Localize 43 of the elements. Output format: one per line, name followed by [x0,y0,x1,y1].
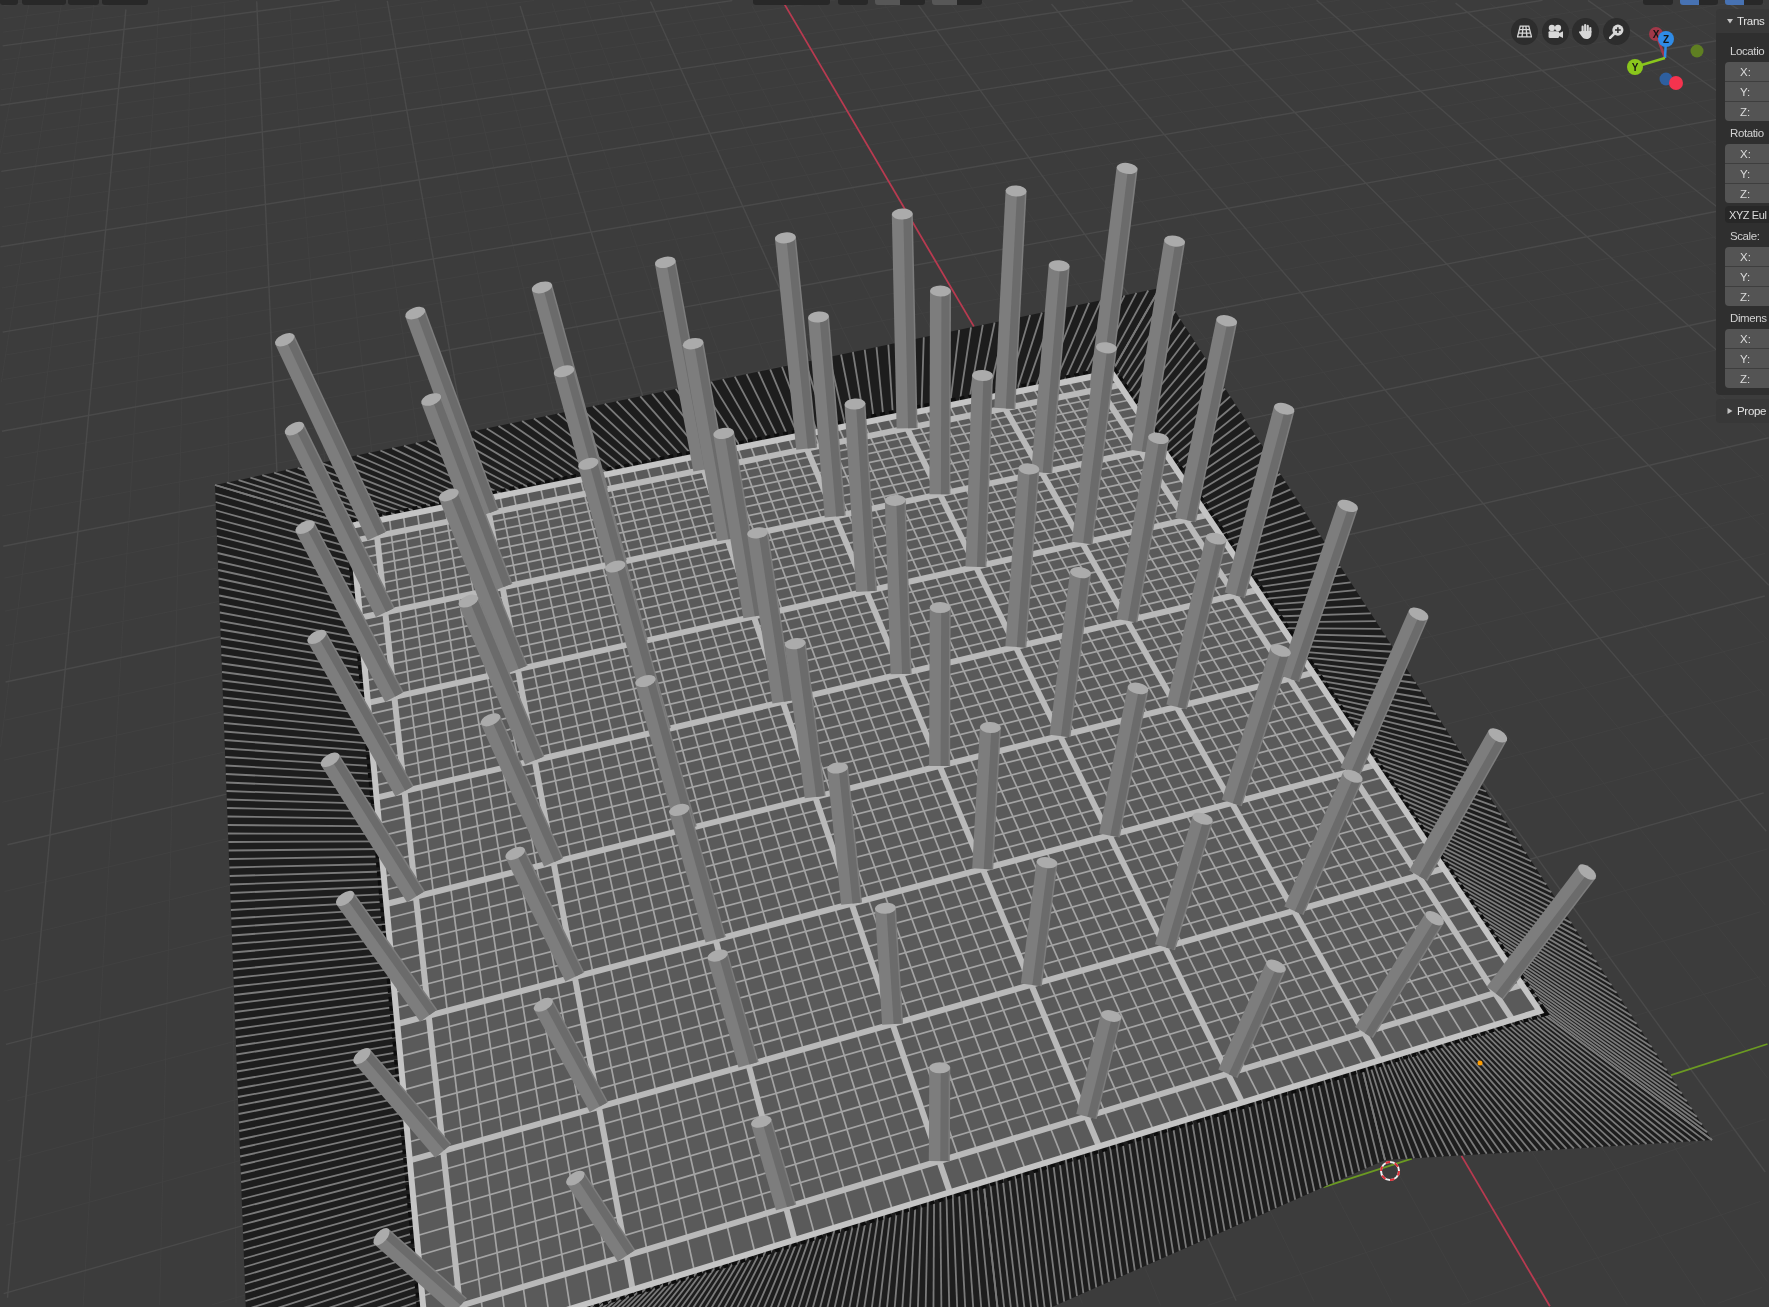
group-label: Scale: [1729,229,1761,244]
number-field[interactable]: X: [1725,62,1769,81]
number-field[interactable]: Y: [1725,266,1769,286]
number-field[interactable]: Y: [1725,348,1769,368]
number-field[interactable]: Z: [1725,183,1769,203]
header-button[interactable] [102,0,148,5]
number-field[interactable]: Y: [1725,81,1769,101]
header-button[interactable] [68,0,99,5]
header-button[interactable] [753,0,830,5]
panel-header[interactable]: Prope [1716,399,1769,423]
rotation-mode-dropdown[interactable]: XYZ Eul [1725,206,1769,223]
axis-ball[interactable] [1669,76,1683,90]
movie-camera-icon [1547,24,1563,39]
number-field[interactable]: X: [1725,144,1769,163]
origin-dot-icon [1477,1060,1483,1066]
3d-cursor-icon [1380,1161,1400,1181]
number-field[interactable]: X: [1725,329,1769,348]
header-button[interactable] [875,0,900,5]
group-label: Rotatio [1729,126,1765,141]
header-button[interactable] [838,0,868,5]
header-button[interactable] [957,0,982,5]
panel-header[interactable]: Trans [1716,9,1769,33]
header-button[interactable] [1699,0,1718,5]
number-field[interactable]: Z: [1725,101,1769,121]
group-label: Dimens [1729,311,1768,326]
zoom-icon [1608,24,1624,39]
header-button[interactable] [900,0,925,5]
header-button[interactable] [1725,0,1744,5]
header-button[interactable] [932,0,957,5]
header-button[interactable] [1643,0,1673,5]
hand-icon [1578,24,1593,39]
group-label: Locatio [1729,44,1766,59]
number-field[interactable]: Y: [1725,163,1769,183]
header-button[interactable] [22,0,66,5]
axis-ball[interactable] [1690,44,1704,58]
number-field[interactable]: X: [1725,247,1769,266]
header-button[interactable] [0,0,18,5]
number-field[interactable]: Z: [1725,286,1769,306]
header-button[interactable] [1680,0,1699,5]
axis-handle[interactable]: Y [1627,56,1666,75]
header-button[interactable] [1744,0,1763,5]
grid-icon [1517,24,1532,39]
number-field[interactable]: Z: [1725,368,1769,388]
